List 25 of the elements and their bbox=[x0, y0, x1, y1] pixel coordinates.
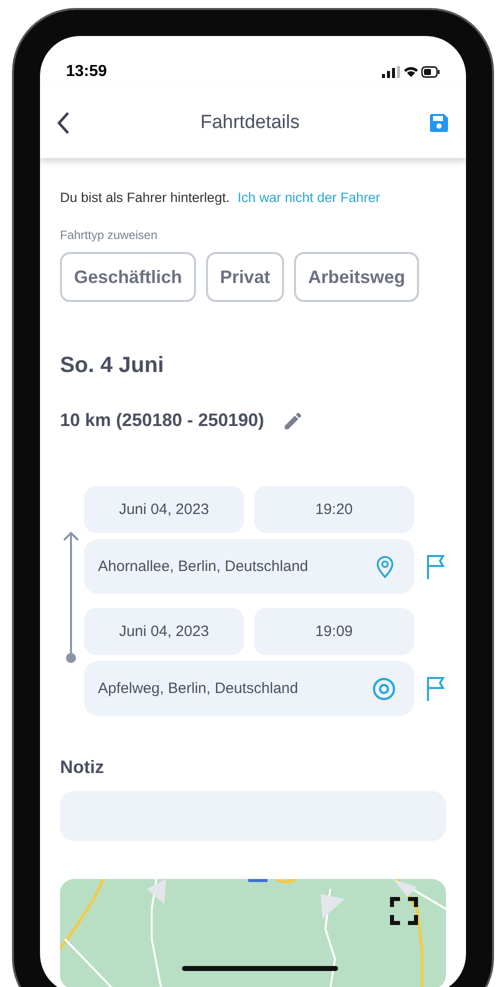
day-heading: So. 4 Juni bbox=[60, 351, 165, 380]
address-field[interactable]: Ahornallee, Berlin, Deutschland bbox=[84, 539, 414, 594]
status-icons bbox=[382, 65, 440, 79]
date-field[interactable]: Juni 04, 2023 bbox=[84, 486, 244, 534]
back-icon[interactable] bbox=[56, 111, 72, 135]
flag-icon[interactable] bbox=[426, 676, 446, 702]
trip-type-chip[interactable]: Privat bbox=[206, 252, 284, 302]
address-field[interactable]: Apfelweg, Berlin, Deutschland bbox=[84, 661, 414, 716]
fullscreen-icon[interactable] bbox=[390, 897, 418, 926]
trip-type-label: Fahrttyp zuweisen bbox=[60, 227, 158, 244]
note-label: Notiz bbox=[60, 756, 105, 780]
location-pin-icon[interactable] bbox=[374, 554, 396, 579]
trip-type-chip[interactable]: Arbeitsweg bbox=[294, 252, 420, 302]
time-field[interactable]: 19:09 bbox=[254, 608, 414, 656]
flag-icon[interactable] bbox=[426, 554, 446, 580]
save-icon[interactable] bbox=[428, 112, 450, 134]
pencil-icon[interactable] bbox=[282, 410, 304, 432]
target-icon[interactable] bbox=[372, 676, 396, 701]
screen-title: Fahrtdetails bbox=[200, 110, 300, 135]
time-field[interactable]: 19:20 bbox=[254, 486, 414, 534]
date-field[interactable]: Juni 04, 2023 bbox=[84, 608, 244, 656]
trip-type-chip[interactable]: Geschäftlich bbox=[60, 252, 196, 302]
status-time: 13:59 bbox=[66, 62, 107, 82]
driver-text: Du bist als Fahrer hinterlegt. bbox=[60, 189, 230, 207]
distance-text: 10 km (250180 - 250190) bbox=[60, 409, 264, 432]
